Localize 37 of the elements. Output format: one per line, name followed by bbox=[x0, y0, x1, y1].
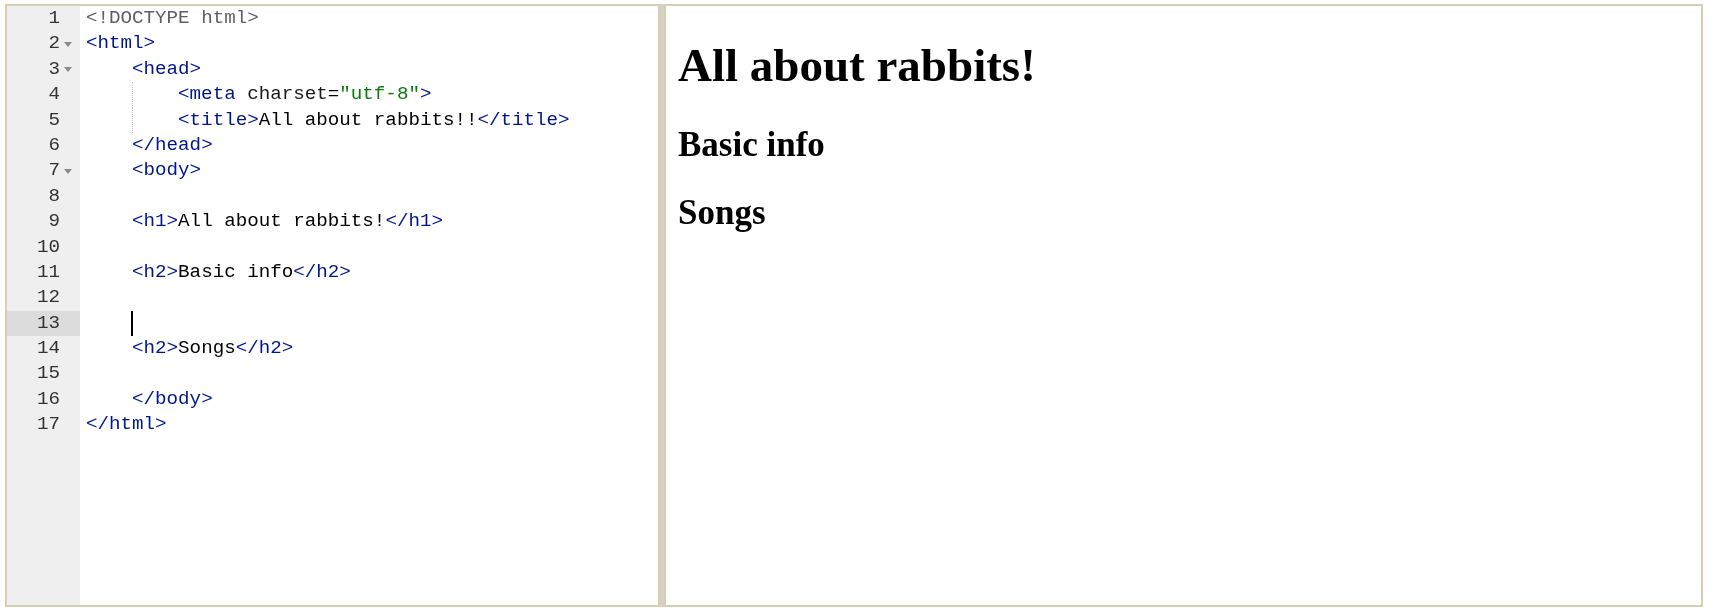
line-number: 13 bbox=[36, 311, 60, 334]
code-line: <!DOCTYPE html> bbox=[86, 6, 259, 31]
caret-down-icon[interactable] bbox=[64, 66, 72, 72]
line-number: 4 bbox=[48, 83, 60, 106]
line-number: 16 bbox=[36, 387, 60, 410]
code-line: <h2>Songs</h2> bbox=[132, 336, 294, 362]
code-line: <h1>All about rabbits!</h1> bbox=[132, 209, 443, 235]
line-number: 5 bbox=[48, 108, 60, 131]
code-line: <title>All about rabbits!!</title> bbox=[178, 107, 570, 133]
code-line: <head> bbox=[132, 56, 202, 82]
code-line: <html> bbox=[86, 31, 156, 57]
line-number: 15 bbox=[36, 362, 60, 385]
caret-down-icon[interactable] bbox=[64, 168, 72, 174]
line-number: 10 bbox=[36, 235, 60, 258]
code-editor[interactable] bbox=[5, 4, 660, 607]
line-number: 8 bbox=[48, 184, 60, 207]
line-number: 12 bbox=[36, 286, 60, 309]
line-number: 1 bbox=[48, 7, 60, 29]
code-line: <body> bbox=[132, 158, 202, 184]
code-line: <meta charset="utf-8"> bbox=[178, 82, 432, 108]
line-number: 9 bbox=[48, 210, 60, 233]
line-number: 11 bbox=[36, 260, 60, 283]
line-number: 3 bbox=[48, 57, 60, 80]
code-line: </body> bbox=[132, 386, 213, 412]
text-cursor bbox=[131, 310, 134, 337]
line-number: 17 bbox=[36, 413, 60, 436]
line-number: 6 bbox=[48, 133, 60, 156]
line-number: 7 bbox=[48, 159, 60, 182]
code-line: <h2>Basic info</h2> bbox=[132, 259, 351, 285]
code-line: </head> bbox=[132, 132, 213, 158]
line-number: 14 bbox=[36, 337, 60, 360]
line-number: 2 bbox=[48, 32, 60, 55]
caret-down-icon[interactable] bbox=[64, 41, 72, 47]
code-line: </html> bbox=[86, 412, 167, 438]
section-heading: Basic info bbox=[678, 125, 825, 165]
section-heading: Songs bbox=[678, 193, 766, 233]
page-heading: All about rabbits! bbox=[678, 38, 1036, 92]
